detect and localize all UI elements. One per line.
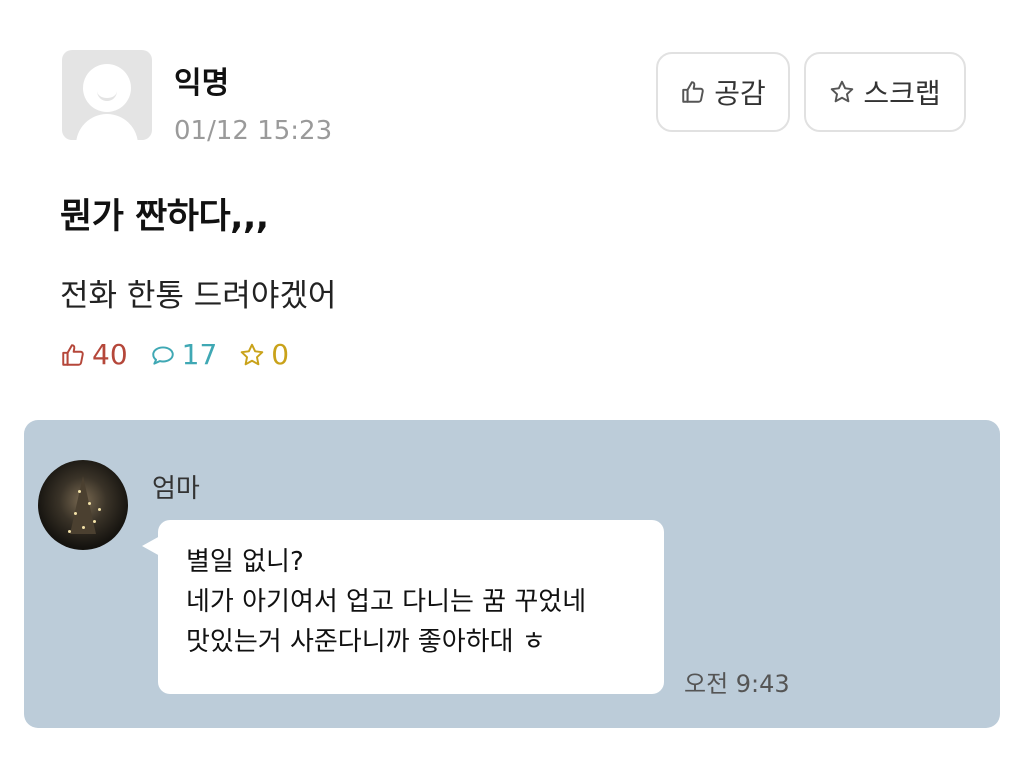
message-line: 맛있는거 사준다니까 좋아하대 ㅎ [186,627,546,657]
post-stats: 40 17 0 [60,338,311,371]
comment-count-value: 17 [181,338,218,371]
sender-avatar [38,460,128,550]
like-count-value: 40 [92,338,128,371]
comment-count: 17 [150,338,218,371]
author-avatar [62,50,152,140]
like-count: 40 [60,338,128,371]
post-title: 뭔가 짠하다,,, [60,197,269,237]
chat-sender-name: 엄마 [152,474,200,504]
scrap-count: 0 [239,338,289,371]
avatar-body [76,114,138,140]
message-line: 별일 없니? [186,547,304,577]
like-button-label: 공감 [714,77,766,110]
thumbs-up-icon [62,343,84,366]
post-content: 전화 한통 드려야겠어 [60,278,337,314]
chat-screenshot: 엄마 별일 없니? 네가 아기여서 업고 다니는 꿈 꾸었네 맛있는거 사준다니… [24,420,1000,728]
post-author: 익명 [174,66,230,101]
scrap-count-value: 0 [271,338,290,371]
message-bubble: 별일 없니? 네가 아기여서 업고 다니는 꿈 꾸었네 맛있는거 사준다니까 좋… [142,520,664,694]
like-button[interactable]: 공감 [656,52,790,132]
message-time: 오전 9:43 [684,670,790,698]
star-icon [241,343,264,365]
scrap-button[interactable]: 스크랩 [804,52,966,132]
scrap-button-label: 스크랩 [863,77,941,110]
thumbs-up-icon [682,81,704,103]
post-timestamp: 01/12 15:23 [174,116,333,146]
avatar-head [83,64,131,112]
message-line: 네가 아기여서 업고 다니는 꿈 꾸었네 [186,587,587,617]
speech-bubble-icon [151,345,174,365]
star-icon [831,80,854,103]
